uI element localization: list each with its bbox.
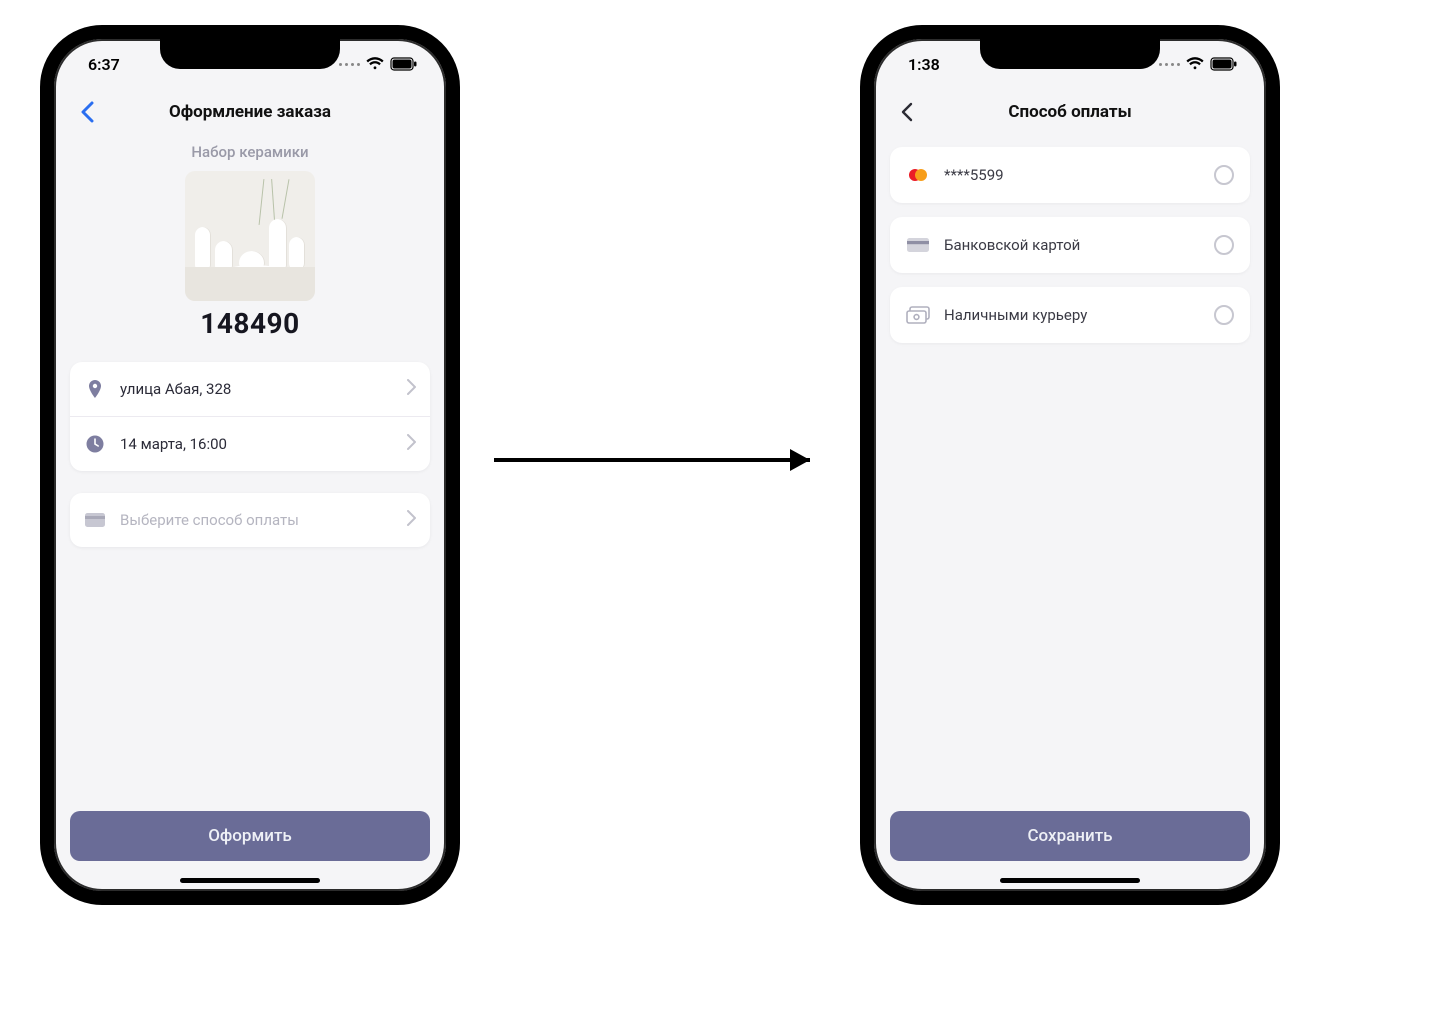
- payment-method-row[interactable]: Выберите способ оплаты: [70, 493, 430, 547]
- wifi-icon: [1186, 57, 1204, 71]
- radio-unchecked-icon[interactable]: [1214, 165, 1234, 185]
- screen-body: ****5599 Банковской картой Наличными кур…: [874, 135, 1266, 801]
- wifi-icon: [366, 57, 384, 71]
- cellular-dots-icon: [339, 63, 360, 66]
- chevron-left-icon: [80, 101, 94, 123]
- back-button[interactable]: [892, 97, 922, 127]
- battery-icon: [390, 57, 418, 71]
- payment-option-bank-card[interactable]: Банковской картой: [890, 217, 1250, 273]
- screen-body: Набор керамики 148490: [54, 135, 446, 801]
- home-indicator[interactable]: [1000, 878, 1140, 883]
- address-text: улица Абая, 328: [120, 380, 393, 398]
- nav-bar: Способ оплаты: [874, 89, 1266, 135]
- product-block: Набор керамики 148490: [70, 135, 430, 340]
- cellular-dots-icon: [1159, 63, 1180, 66]
- chevron-right-icon: [407, 379, 416, 399]
- page-title: Способ оплаты: [1008, 102, 1131, 122]
- payment-card: Выберите способ оплаты: [70, 493, 430, 547]
- status-time: 6:37: [88, 55, 120, 74]
- save-button[interactable]: Сохранить: [890, 811, 1250, 861]
- status-right: [339, 57, 418, 71]
- submit-order-label: Оформить: [208, 826, 292, 846]
- phone-checkout: 6:37 Оформление заказа Набор керамики: [40, 25, 460, 905]
- chevron-right-icon: [407, 510, 416, 530]
- save-button-label: Сохранить: [1027, 826, 1112, 846]
- datetime-row[interactable]: 14 марта, 16:00: [70, 416, 430, 471]
- payment-option-cash[interactable]: Наличными курьеру: [890, 287, 1250, 343]
- mastercard-icon: [906, 165, 930, 185]
- datetime-text: 14 марта, 16:00: [120, 435, 393, 453]
- payment-option-label: ****5599: [944, 166, 1200, 184]
- status-time: 1:38: [908, 55, 940, 74]
- payment-option-label: Наличными курьеру: [944, 306, 1200, 324]
- card-icon: [906, 235, 930, 255]
- radio-unchecked-icon[interactable]: [1214, 235, 1234, 255]
- radio-unchecked-icon[interactable]: [1214, 305, 1234, 325]
- nav-bar: Оформление заказа: [54, 89, 446, 135]
- clock-icon: [84, 433, 106, 455]
- location-pin-icon: [84, 378, 106, 400]
- product-name: Набор керамики: [70, 143, 430, 161]
- footer: Сохранить: [874, 801, 1266, 891]
- product-price: 148490: [70, 307, 430, 340]
- chevron-left-icon: [901, 102, 913, 122]
- cash-icon: [906, 305, 930, 325]
- notch: [160, 37, 340, 69]
- payment-placeholder: Выберите способ оплаты: [120, 511, 393, 529]
- address-row[interactable]: улица Абая, 328: [70, 362, 430, 416]
- home-indicator[interactable]: [180, 878, 320, 883]
- card-icon: [84, 509, 106, 531]
- product-image: [185, 171, 315, 301]
- payment-option-saved-card[interactable]: ****5599: [890, 147, 1250, 203]
- page-title: Оформление заказа: [169, 102, 331, 122]
- submit-order-button[interactable]: Оформить: [70, 811, 430, 861]
- notch: [980, 37, 1160, 69]
- back-button[interactable]: [72, 97, 102, 127]
- delivery-card: улица Абая, 328 14 марта, 16:00: [70, 362, 430, 471]
- chevron-right-icon: [407, 434, 416, 454]
- payment-option-label: Банковской картой: [944, 236, 1200, 254]
- battery-icon: [1210, 57, 1238, 71]
- footer: Оформить: [54, 801, 446, 891]
- flow-arrow-icon: [490, 445, 830, 475]
- status-right: [1159, 57, 1238, 71]
- phone-payment: 1:38 Способ оплаты ****: [860, 25, 1280, 905]
